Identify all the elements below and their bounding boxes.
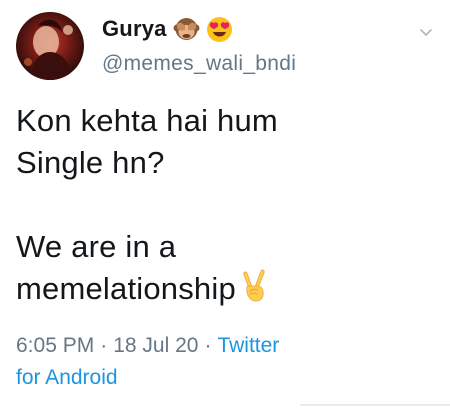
victory-hand-emoji	[238, 269, 270, 303]
tweet-text: Kon kehta hai hum Single hn? We are in a…	[16, 100, 436, 310]
tweet-time[interactable]: 6:05 PM	[16, 334, 94, 357]
tweet-meta: 6:05 PM · 18 Jul 20 · Twitter for Android	[16, 330, 436, 394]
tweet-date[interactable]: 18 Jul 20	[113, 334, 198, 357]
tweet-line: Kon kehta hai hum	[16, 103, 278, 138]
display-name-row[interactable]: Gurya	[102, 14, 296, 44]
source-line-2: for Android	[16, 366, 118, 389]
heart-eyes-emoji	[206, 16, 233, 43]
user-handle[interactable]: @memes_wali_bndi	[102, 52, 296, 76]
tweet-line-text: memelationship	[16, 271, 236, 306]
see-no-evil-monkey-emoji	[173, 16, 200, 43]
avatar[interactable]	[16, 12, 84, 80]
meta-separator: ·	[100, 334, 108, 357]
display-name[interactable]: Gurya	[102, 16, 167, 42]
avatar-image	[16, 12, 84, 80]
tweet-card: Gurya @memes_wali_bndi Kon kehta hai hum…	[0, 0, 450, 408]
source-line-1: Twitter	[217, 334, 280, 357]
meta-separator: ·	[204, 334, 212, 357]
tweet-line: Single hn?	[16, 145, 165, 180]
tweet-line-last: memelationship	[16, 268, 436, 310]
tweet-line: We are in a	[16, 229, 177, 264]
divider	[300, 404, 450, 406]
user-names: Gurya @memes_wali_bndi	[102, 14, 296, 76]
chevron-down-icon[interactable]	[418, 24, 434, 40]
